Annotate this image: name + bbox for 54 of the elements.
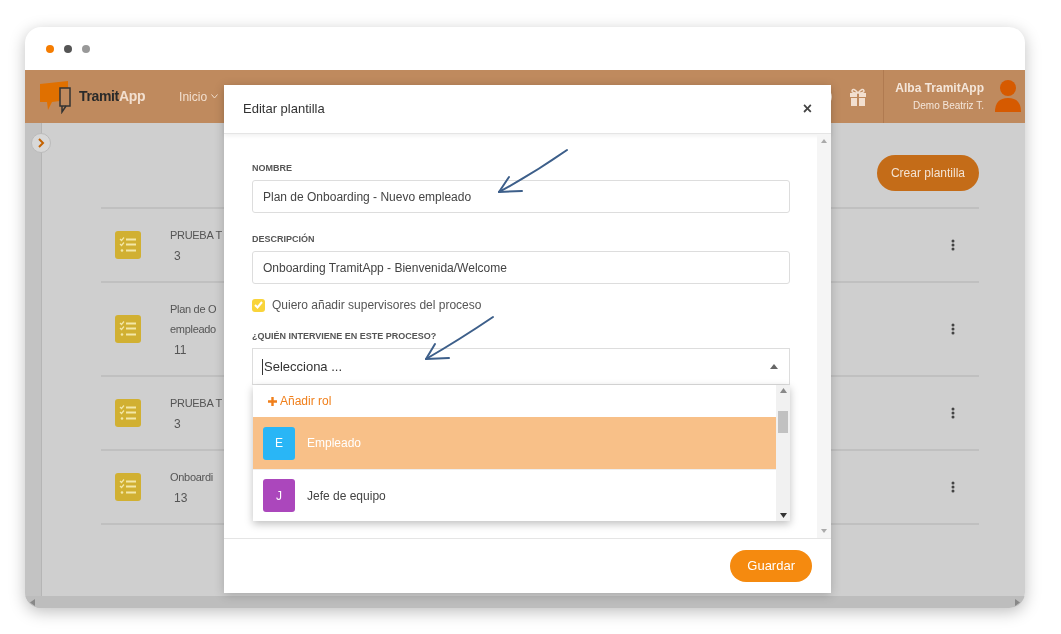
scroll-down-icon[interactable]: [779, 513, 787, 518]
dropdown-scrollbar[interactable]: [776, 385, 790, 521]
input-field[interactable]: Plan de Onboarding - Nuevo empleado: [252, 180, 790, 213]
role-avatar: E: [263, 426, 295, 460]
template-title: Plan de O: [170, 302, 217, 317]
checklist-icon: [115, 399, 141, 427]
template-count: 11: [173, 342, 187, 359]
dropdown-option[interactable]: J Jefe de equipo: [253, 469, 776, 521]
checkbox-label: Quiero añadir supervisores del proceso: [272, 297, 482, 314]
add-role-link[interactable]: Añadir rol: [253, 385, 776, 417]
scroll-left-icon[interactable]: [30, 598, 35, 606]
checklist-icon: [115, 473, 141, 501]
close-button[interactable]: ×: [802, 101, 812, 117]
field-label: NOMBRE: [252, 162, 293, 174]
select-field[interactable]: Selecciona ...: [252, 348, 790, 385]
nav-menu[interactable]: Inicio: [179, 87, 219, 106]
more-icon[interactable]: [951, 239, 955, 251]
checklist-icon: [115, 231, 141, 259]
template-title: PRUEBA T: [170, 396, 222, 411]
sidebar-toggle[interactable]: [31, 133, 51, 153]
more-icon[interactable]: [951, 323, 955, 335]
field-label: DESCRIPCIÓN: [252, 233, 316, 245]
scroll-up-icon[interactable]: [821, 139, 827, 143]
template-title: Onboardi: [170, 470, 213, 485]
field-label: ¿QUIÉN INTERVIENE EN ESTE PROCESO?: [252, 330, 438, 342]
user-subtitle: Demo Beatriz T.: [913, 98, 984, 113]
checklist-icon: [115, 315, 141, 343]
role-avatar: J: [263, 479, 295, 512]
logo-text: TramitApp: [79, 87, 146, 106]
save-button[interactable]: Guardar: [730, 550, 812, 582]
scroll-right-icon[interactable]: [1015, 598, 1020, 606]
user-name: Alba TramitApp: [895, 79, 984, 96]
template-count: 3: [173, 416, 181, 433]
chevron-down-icon: [211, 94, 219, 99]
input-field[interactable]: Onboarding TramitApp - Bienvenida/Welcome: [252, 251, 790, 284]
template-title: PRUEBA T: [170, 228, 222, 243]
more-icon[interactable]: [951, 481, 955, 493]
dropdown-option[interactable]: E Empleado: [253, 417, 776, 469]
modal-title: Editar plantilla: [243, 100, 325, 119]
modal-scrollbar[interactable]: [817, 134, 831, 538]
create-template-button[interactable]: Crear plantilla: [876, 155, 979, 191]
scroll-thumb[interactable]: [778, 411, 788, 433]
template-count: 13: [173, 490, 188, 507]
more-icon[interactable]: [951, 407, 955, 419]
annotation-arrow: [498, 149, 568, 193]
scroll-up-icon[interactable]: [779, 388, 787, 393]
horizontal-scrollbar[interactable]: [25, 596, 1025, 608]
plus-icon: [268, 396, 277, 406]
template-title: empleado: [170, 322, 216, 337]
chevron-right-icon: [37, 138, 45, 148]
checkbox[interactable]: [252, 298, 265, 312]
gift-icon[interactable]: [849, 86, 868, 107]
caret-up-icon: [770, 364, 778, 369]
template-count: 3: [173, 248, 181, 265]
